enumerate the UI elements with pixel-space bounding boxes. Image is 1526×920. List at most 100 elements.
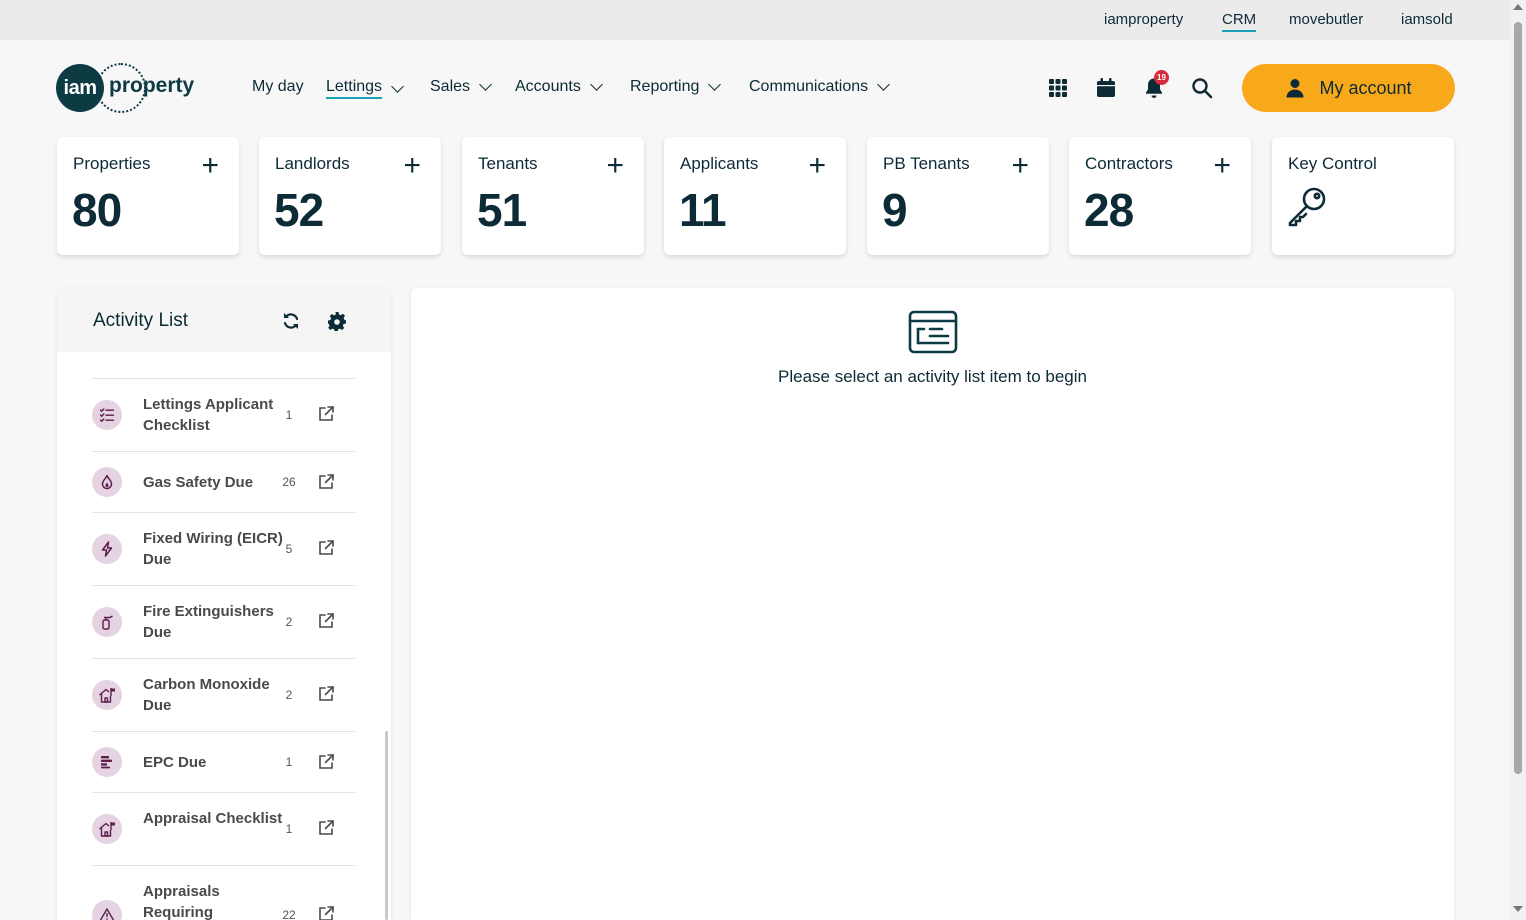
activity-item[interactable]: Lettings Applicant Checklist 1 [92, 379, 355, 452]
external-link-icon[interactable] [317, 473, 335, 491]
external-link-icon[interactable] [317, 539, 335, 557]
calendar-icon[interactable] [1094, 76, 1118, 100]
link-movebutler[interactable]: movebutler [1289, 11, 1363, 28]
activity-item-count: 2 [285, 615, 293, 629]
link-iamproperty[interactable]: iamproperty [1104, 11, 1183, 28]
nav-communications[interactable]: Communications [749, 78, 891, 96]
stat-label: PB Tenants [883, 154, 970, 173]
key-icon [1288, 187, 1326, 227]
activity-detail-panel: Please select an activity list item to b… [411, 288, 1454, 920]
nav-my-day[interactable]: My day [252, 78, 304, 96]
activity-item-count: 1 [285, 755, 293, 769]
nav-accounts[interactable]: Accounts [515, 78, 603, 96]
stat-value: 52 [274, 184, 324, 236]
stat-label: Landlords [275, 154, 350, 173]
activity-item-label: Gas Safety Due [143, 474, 254, 491]
add-pb-tenant-button[interactable]: + [1011, 151, 1029, 181]
add-landlord-button[interactable]: + [403, 151, 421, 181]
activity-list-title: Activity List [93, 310, 189, 331]
chevron-down-icon [391, 79, 404, 93]
house-flag-icon [92, 680, 122, 710]
stat-card-landlords[interactable]: Landlords + 52 [259, 137, 441, 255]
activity-item-count: 26 [282, 475, 296, 489]
search-icon[interactable] [1190, 76, 1214, 100]
activity-item[interactable]: EPC Due 1 [92, 732, 355, 793]
activity-item-count: 1 [285, 408, 293, 422]
list-card-icon [908, 310, 958, 354]
nav-label: Communications [749, 78, 869, 95]
add-contractor-button[interactable]: + [1213, 151, 1231, 181]
activity-item-label: Lettings Applicant Checklist [143, 396, 274, 434]
stat-label: Key Control [1288, 154, 1377, 173]
warning-icon [92, 900, 122, 920]
apps-grid-icon[interactable] [1046, 76, 1070, 100]
nav-label: Reporting [630, 78, 700, 95]
external-link-icon[interactable] [317, 753, 335, 771]
scroll-down-arrow-icon[interactable] [1513, 906, 1523, 912]
page-scrollbar[interactable] [1510, 0, 1526, 920]
logo-wordmark: property [109, 74, 195, 97]
activity-list-scrollbar[interactable] [385, 731, 388, 920]
activity-item[interactable]: Gas Safety Due 26 [92, 452, 355, 513]
my-account-button[interactable]: My account [1242, 64, 1455, 112]
activity-item-count: 1 [285, 822, 293, 836]
extinguisher-icon [92, 607, 122, 637]
add-property-button[interactable]: + [201, 151, 219, 181]
stat-card-applicants[interactable]: Applicants + 11 [664, 137, 846, 255]
flame-icon [92, 467, 122, 497]
stat-card-contractors[interactable]: Contractors + 28 [1069, 137, 1251, 255]
activity-item[interactable]: Fixed Wiring (EICR) Due 5 [92, 513, 355, 586]
user-icon [1286, 79, 1304, 98]
external-link-icon[interactable] [317, 819, 335, 837]
activity-item[interactable]: Appraisal Checklist 1 [92, 793, 355, 866]
chevron-down-icon [479, 78, 492, 91]
refresh-icon[interactable] [281, 311, 301, 331]
nav-label: Sales [430, 78, 471, 95]
my-account-label: My account [1319, 77, 1412, 98]
external-link-icon[interactable] [317, 405, 335, 423]
stat-value: 28 [1084, 184, 1134, 236]
activity-item-count: 22 [282, 908, 296, 920]
scroll-up-arrow-icon[interactable] [1513, 4, 1523, 10]
stat-value: 9 [882, 184, 908, 236]
notification-badge: 19 [1154, 70, 1169, 85]
stat-card-key-control[interactable]: Key Control [1272, 137, 1454, 255]
activity-item-label: Fixed Wiring (EICR) Due [143, 530, 283, 568]
link-crm[interactable]: CRM [1222, 11, 1257, 32]
activity-item[interactable]: Carbon Monoxide Due 2 [92, 659, 355, 732]
stat-value: 80 [72, 184, 122, 236]
nav-lettings[interactable]: Lettings [326, 78, 404, 99]
external-link-icon[interactable] [317, 905, 335, 920]
external-link-icon[interactable] [317, 685, 335, 703]
stat-card-pb-tenants[interactable]: PB Tenants + 9 [867, 137, 1049, 255]
chevron-down-icon [589, 78, 603, 91]
stat-value: 51 [477, 184, 527, 236]
activity-items: Lettings Applicant Checklist 1 Gas Safet… [92, 378, 355, 920]
stat-label: Properties [73, 154, 151, 173]
activity-item-label: EPC Due [143, 754, 207, 771]
stat-value: 11 [679, 184, 727, 236]
activity-item-count: 2 [285, 688, 293, 702]
epc-bars-icon [92, 747, 122, 777]
add-applicant-button[interactable]: + [808, 151, 826, 181]
activity-item-label: Fire Extinguishers Due [143, 603, 274, 641]
nav-label: My day [252, 78, 304, 95]
nav-reporting[interactable]: Reporting [630, 78, 722, 96]
link-iamsold[interactable]: iamsold [1401, 11, 1453, 28]
external-link-icon[interactable] [317, 612, 335, 630]
nav-sales[interactable]: Sales [430, 78, 492, 96]
activity-item-label: Carbon Monoxide Due [143, 676, 270, 714]
nav-label: Accounts [515, 78, 581, 95]
activity-item[interactable]: Fire Extinguishers Due 2 [92, 586, 355, 659]
activity-item[interactable]: Appraisals Requiring 22 [92, 866, 355, 920]
add-tenant-button[interactable]: + [606, 151, 624, 181]
scrollbar-thumb[interactable] [1514, 22, 1522, 774]
brand-logo[interactable]: iam property [56, 63, 206, 113]
activity-list-panel: Activity List Lettings Applicant Checkli… [57, 288, 391, 920]
stat-label: Tenants [478, 154, 538, 173]
stat-card-tenants[interactable]: Tenants + 51 [462, 137, 644, 255]
activity-item-count: 5 [285, 542, 293, 556]
gear-icon[interactable] [327, 311, 347, 331]
stat-card-properties[interactable]: Properties + 80 [57, 137, 239, 255]
activity-item-label: Appraisal Checklist [143, 810, 283, 827]
